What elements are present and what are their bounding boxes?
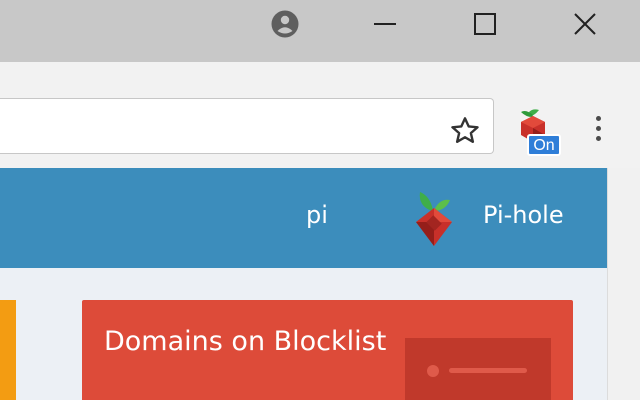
list-icon <box>405 338 551 400</box>
stat-card-orange <box>0 300 16 400</box>
extension-status-badge: On <box>527 134 561 156</box>
maximize-button[interactable] <box>455 0 515 48</box>
browser-title-bar <box>0 0 640 62</box>
address-bar[interactable] <box>0 98 494 154</box>
page-scrollbar[interactable] <box>607 168 640 400</box>
brand-label[interactable]: Pi-hole <box>483 201 564 229</box>
account-circle-icon <box>271 10 299 38</box>
close-icon <box>574 13 596 35</box>
pihole-header: pi Pi-hole <box>0 168 607 268</box>
close-button[interactable] <box>555 0 615 48</box>
pi-hole-extension-button[interactable]: On <box>508 104 564 160</box>
stat-card-domains-on-blocklist: Domains on Blocklist <box>82 300 573 400</box>
minimize-button[interactable] <box>355 0 415 48</box>
account-button[interactable] <box>255 0 315 48</box>
maximize-icon <box>474 13 496 35</box>
minimize-icon <box>374 23 396 25</box>
bookmark-star-button[interactable] <box>446 112 484 150</box>
vertical-dots-icon <box>595 115 601 121</box>
star-outline-icon <box>451 117 479 143</box>
stat-card-title: Domains on Blocklist <box>104 326 387 357</box>
page-viewport: pi Pi-hole Domains on Blocklist <box>0 168 607 400</box>
pi-hole-logo-icon[interactable] <box>408 188 460 248</box>
browser-menu-button[interactable] <box>584 108 612 148</box>
hostname-label: pi <box>306 201 328 229</box>
